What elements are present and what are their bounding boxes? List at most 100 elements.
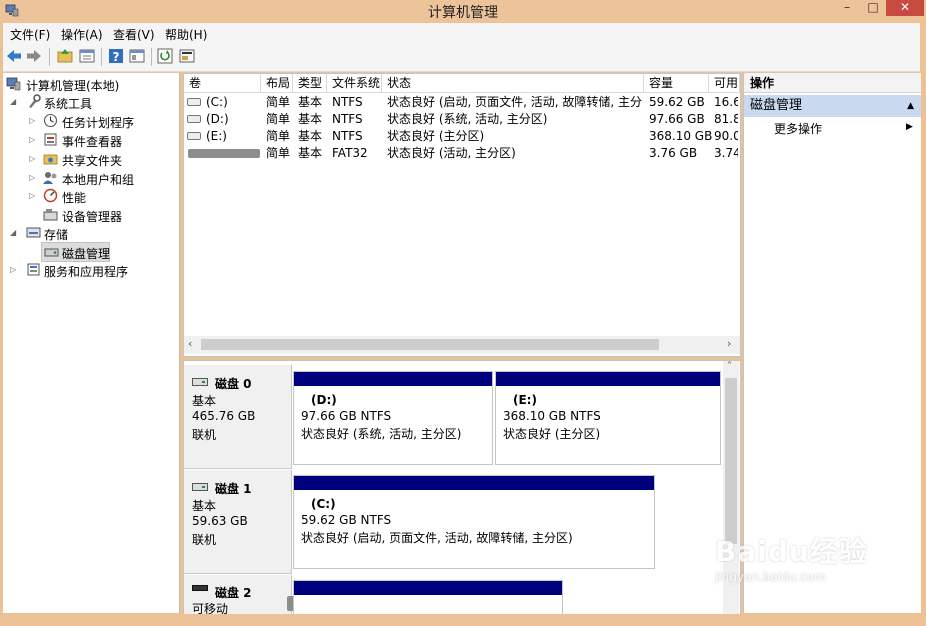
column-header-free[interactable]: 可用 <box>709 74 740 92</box>
scroll-right-icon[interactable]: › <box>727 337 731 350</box>
disk-icon <box>44 248 59 257</box>
toolbar-separator <box>49 48 50 66</box>
tools-icon <box>29 94 41 108</box>
svg-text:?: ? <box>113 50 120 64</box>
partition-bar <box>294 581 562 595</box>
tree-item-shared-folders[interactable]: ▷ 共享文件夹 <box>29 150 174 168</box>
tree-item-computer-management[interactable]: 计算机管理(本地) <box>6 75 176 93</box>
tree-item-storage[interactable]: ◢ 存储 <box>10 224 170 242</box>
disk-1-info[interactable]: 磁盘 1 基本 59.63 GB 联机 <box>184 470 292 574</box>
tree-item-event-viewer[interactable]: ▷ 事件查看器 <box>29 131 174 149</box>
drive-icon <box>187 115 201 123</box>
tree-item-services-applications[interactable]: ▷ 服务和应用程序 <box>10 261 170 279</box>
drive-icon <box>187 98 201 106</box>
scroll-up-icon[interactable]: ˄ <box>727 361 732 372</box>
partition-bar <box>294 476 654 490</box>
toolbar-separator <box>151 48 152 66</box>
maximize-button[interactable]: □ <box>860 0 886 16</box>
window: 计算机管理 – □ ✕ 文件(F) 操作(A) 查看(V) 帮助(H) ? 计算… <box>0 0 926 626</box>
storage-icon <box>26 227 41 238</box>
title-bar[interactable]: 计算机管理 – □ ✕ <box>0 0 926 22</box>
partition-bar <box>294 372 492 386</box>
drive-icon <box>187 132 201 140</box>
users-icon <box>43 172 57 184</box>
status-bar <box>0 614 926 626</box>
toolbar: ? <box>3 43 920 72</box>
disk-2-info[interactable]: 磁盘 2 可移动 <box>184 575 292 615</box>
horizontal-scrollbar[interactable]: ‹ › <box>184 336 740 354</box>
expander-icon[interactable]: ▷ <box>29 169 39 187</box>
close-button[interactable]: ✕ <box>886 0 924 16</box>
tree-item-device-manager[interactable]: 设备管理器 <box>29 206 174 224</box>
volume-list: 卷 布局 类型 文件系统 状态 容量 可用 (C:) 简单 基本 NTFS 状态… <box>183 73 741 357</box>
computer-icon <box>6 77 21 91</box>
navigation-tree: 计算机管理(本地) ◢ 系统工具 ▷ 任务计划程序 ▷ 事件查看器 ▷ 共享文件… <box>3 73 180 613</box>
column-header-filesystem[interactable]: 文件系统 <box>327 74 382 92</box>
up-folder-icon[interactable] <box>56 47 74 65</box>
toolbar-separator <box>101 48 102 66</box>
menu-action[interactable]: 操作(A) <box>61 26 103 43</box>
scroll-thumb[interactable] <box>201 339 659 350</box>
scroll-thumb[interactable] <box>725 378 737 544</box>
event-icon <box>44 133 57 146</box>
table-row[interactable]: 简单 基本 FAT32 状态良好 (活动, 主分区) 3.76 GB 3.74 <box>184 145 740 162</box>
expander-icon[interactable]: ▷ <box>29 150 39 168</box>
partition-d[interactable]: (D:) 97.66 GB NTFS 状态良好 (系统, 活动, 主分区) <box>293 371 493 465</box>
disk-graphical-view: 磁盘 0 基本 465.76 GB 联机 (D:) 97.66 GB NTFS … <box>183 360 741 616</box>
tree-item-performance[interactable]: ▷ 性能 <box>29 187 174 205</box>
tree-item-local-users-groups[interactable]: ▷ 本地用户和组 <box>29 169 174 187</box>
minimize-button[interactable]: – <box>834 0 860 16</box>
partition-e[interactable]: (E:) 368.10 GB NTFS 状态良好 (主分区) <box>495 371 721 465</box>
tree-item-disk-management[interactable]: 磁盘管理 <box>41 242 110 262</box>
removable-drive-icon <box>192 585 208 591</box>
partition-bar <box>496 372 720 386</box>
baidu-watermark: Baidu经验 jingyan.baidu.com <box>715 535 868 584</box>
menu-bar: 文件(F) 操作(A) 查看(V) 帮助(H) <box>3 23 920 43</box>
forward-icon[interactable] <box>25 47 43 65</box>
actions-header: 操作 <box>744 73 921 93</box>
properties-icon[interactable] <box>78 47 96 65</box>
disk-drive-icon <box>192 378 208 386</box>
menu-view[interactable]: 查看(V) <box>113 26 155 43</box>
expander-icon[interactable]: ◢ <box>10 224 20 242</box>
column-header-capacity[interactable]: 容量 <box>644 74 709 92</box>
column-header-type[interactable]: 类型 <box>293 74 327 92</box>
back-icon[interactable] <box>5 47 23 65</box>
collapse-icon[interactable]: ▲ <box>907 95 914 117</box>
expander-icon[interactable]: ◢ <box>10 93 20 111</box>
volume-list-header: 卷 布局 类型 文件系统 状态 容量 可用 <box>184 74 740 93</box>
share-icon <box>43 154 58 165</box>
more-actions-item[interactable]: 更多操作 <box>774 120 822 137</box>
table-row[interactable]: (D:) 简单 基本 NTFS 状态良好 (系统, 活动, 主分区) 97.66… <box>184 111 740 128</box>
partition-c[interactable]: (C:) 59.62 GB NTFS 状态良好 (启动, 页面文件, 活动, 故… <box>293 475 655 569</box>
actions-section-disk-management[interactable]: 磁盘管理 ▲ <box>744 95 921 117</box>
performance-icon <box>43 188 58 203</box>
expander-icon[interactable]: ▷ <box>10 261 20 279</box>
menu-file[interactable]: 文件(F) <box>10 26 50 43</box>
column-header-volume[interactable]: 卷 <box>184 74 261 92</box>
view-icon[interactable] <box>128 47 146 65</box>
redacted-volume-name <box>188 149 260 158</box>
refresh-icon[interactable] <box>156 47 174 65</box>
tree-item-system-tools[interactable]: ◢ 系统工具 <box>10 93 170 111</box>
device-icon <box>43 209 58 221</box>
services-icon <box>27 263 40 276</box>
table-row[interactable]: (C:) 简单 基本 NTFS 状态良好 (启动, 页面文件, 活动, 故障转储… <box>184 94 740 111</box>
window-title: 计算机管理 <box>428 5 498 21</box>
expander-icon[interactable]: ▷ <box>29 187 39 205</box>
export-icon[interactable] <box>178 47 196 65</box>
tree-item-task-scheduler[interactable]: ▷ 任务计划程序 <box>29 112 174 130</box>
expander-icon[interactable]: ▷ <box>29 131 39 149</box>
clock-icon <box>43 113 58 128</box>
expander-icon[interactable]: ▷ <box>29 112 39 130</box>
menu-help[interactable]: 帮助(H) <box>165 26 207 43</box>
scroll-left-icon[interactable]: ‹ <box>188 337 192 350</box>
submenu-arrow-icon[interactable]: ▶ <box>906 122 913 132</box>
column-header-status[interactable]: 状态 <box>382 74 644 92</box>
partition-removable[interactable] <box>293 580 563 615</box>
disk-drive-icon <box>192 483 208 491</box>
help-icon[interactable]: ? <box>107 47 125 65</box>
table-row[interactable]: (E:) 简单 基本 NTFS 状态良好 (主分区) 368.10 GB 90.… <box>184 128 740 145</box>
column-header-layout[interactable]: 布局 <box>261 74 293 92</box>
disk-0-info[interactable]: 磁盘 0 基本 465.76 GB 联机 <box>184 365 292 469</box>
